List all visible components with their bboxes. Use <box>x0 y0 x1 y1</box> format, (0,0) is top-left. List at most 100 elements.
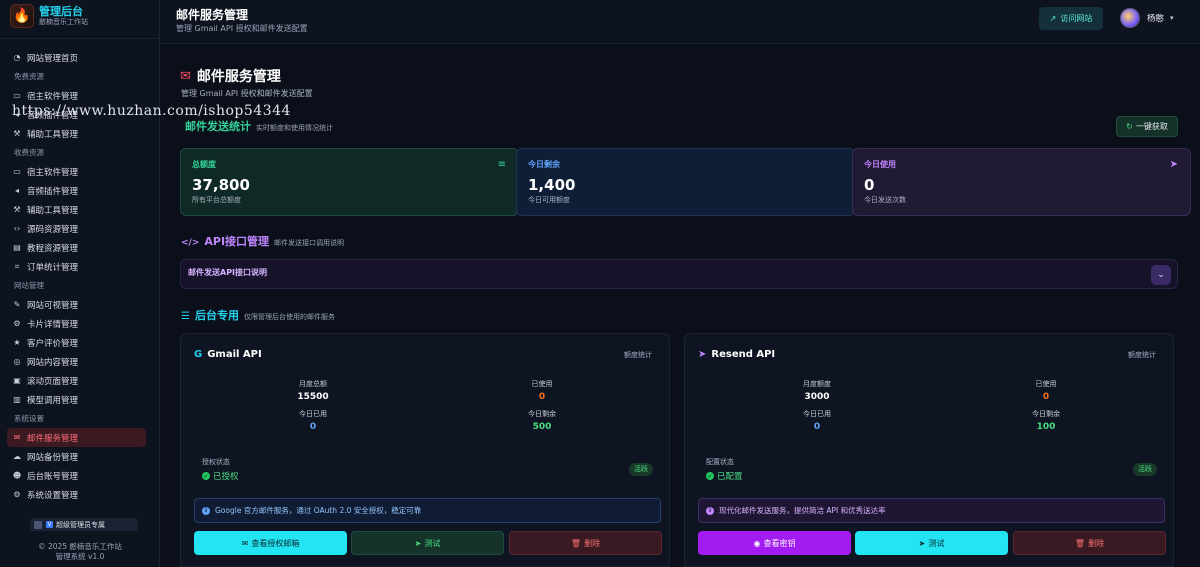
username: 杨憨 <box>1147 14 1165 24</box>
sidebar-section-label: 免费资源 <box>14 72 44 81</box>
sidebar-item[interactable]: ⚙ 卡片详情管理 <box>0 314 160 333</box>
sidebar-item-label: 音频插件管理 <box>27 186 79 197</box>
sidebar-item-label: 模型调用管理 <box>27 395 79 406</box>
wrench-icon: ⚒ <box>13 205 21 214</box>
info-banner: i Google 官方邮件服务，通过 OAuth 2.0 安全授权，稳定可靠 <box>194 498 661 523</box>
stats-section-header: 邮件发送统计 实时额度和使用情况统计 <box>185 118 333 134</box>
topbar-subtitle: 管理 Gmail API 授权和邮件发送配置 <box>176 24 308 33</box>
card-title: G Gmail API <box>194 349 262 360</box>
metric-label: 今日已用 <box>803 410 831 418</box>
star-icon: ★ <box>13 338 21 347</box>
test-button[interactable]: ➤ 测试 <box>855 531 1008 555</box>
sidebar-item[interactable]: ▤ 教程资源管理 <box>0 238 160 257</box>
api-docs-panel[interactable]: 邮件发送API接口说明 ⌄ <box>180 259 1178 289</box>
wrench-icon: ⚒ <box>13 129 21 138</box>
sidebar-item[interactable]: ☁ 网站备份管理 <box>0 447 160 466</box>
sidebar-item[interactable]: ▭ 宿主软件管理 <box>0 162 160 181</box>
image-icon: ▣ <box>13 376 21 385</box>
metric-value: 500 <box>532 422 552 432</box>
view-auth-email-button[interactable]: ✉ 查看授权邮箱 <box>194 531 347 555</box>
sidebar-item-label: 教程资源管理 <box>27 243 79 254</box>
metric-value: 3000 <box>804 392 830 402</box>
quota-stats-link[interactable]: 额度统计 <box>624 350 652 360</box>
brand-subtitle: 憨楠音乐工作站 <box>39 18 88 26</box>
backend-section-subtitle: 仅限管理后台使用的邮件服务 <box>243 313 335 321</box>
dashboard-icon: ◔ <box>13 53 21 62</box>
stat-desc: 今日可用额度 <box>528 196 570 204</box>
view-key-button[interactable]: ◉ 查看密钥 <box>698 531 851 555</box>
stat-value: 0 <box>864 176 875 194</box>
paper-plane-icon: ➤ <box>1169 159 1178 170</box>
page-title: ✉ 邮件服务管理 <box>180 66 281 86</box>
user-menu[interactable]: 杨憨 ▾ <box>1120 8 1174 28</box>
sidebar-item[interactable]: ‹› 源码资源管理 <box>0 219 160 238</box>
status-badge: 活跃 <box>1133 463 1157 476</box>
visit-site-button[interactable]: ↗ 访问网站 <box>1039 7 1103 30</box>
users-icon: ☻ <box>12 471 22 480</box>
stat-label: 今日剩余 <box>528 160 560 169</box>
vip-icon: V <box>46 521 53 528</box>
sidebar-item[interactable]: ◔ 网站管理首页 <box>0 48 160 67</box>
sidebar-item[interactable]: ⚒ 辅助工具管理 <box>0 200 160 219</box>
metric-label: 月度总额 <box>299 380 327 388</box>
metric-value: 100 <box>1036 422 1056 432</box>
paper-plane-icon: ➤ <box>414 538 422 548</box>
metric-label: 已使用 <box>1035 380 1057 388</box>
sidebar-item-label: 源码资源管理 <box>27 224 79 235</box>
status-label: 配置状态 <box>706 458 734 466</box>
sidebar-item-label: 辅助工具管理 <box>27 205 79 216</box>
fetch-all-label: 一键获取 <box>1135 122 1168 131</box>
sidebar-item-label: 宿主软件管理 <box>27 91 79 102</box>
sidebar-section-label: 系统设置 <box>14 414 44 423</box>
backend-section-header: ☰ 后台专用 仅限管理后台使用的邮件服务 <box>181 307 335 323</box>
metric-label: 月度额度 <box>803 380 831 388</box>
stat-label: 总额度 <box>192 160 216 169</box>
metric-value: 0 <box>538 392 546 402</box>
brand[interactable]: 🔥 管理后台 憨楠音乐工作站 <box>10 4 88 28</box>
sidebar-item[interactable]: ✉ 邮件服务管理 <box>7 428 146 447</box>
sidebar-item[interactable]: ✎ 网站可视管理 <box>0 295 160 314</box>
sidebar-item[interactable]: ★ 客户评价管理 <box>0 333 160 352</box>
footer-version: 管理系统 v1.0 <box>55 552 105 561</box>
fetch-all-button[interactable]: ↻ 一键获取 <box>1116 116 1178 137</box>
metric-today-used: 今日已用 0 <box>253 409 373 432</box>
sidebar-item[interactable]: ◎ 网站内容管理 <box>0 352 160 371</box>
button-label: 查看授权邮箱 <box>251 538 300 548</box>
quota-stats-link[interactable]: 额度统计 <box>1128 350 1156 360</box>
sidebar-item-label: 卡片详情管理 <box>27 319 79 330</box>
page-subtitle: 管理 Gmail API 授权和邮件发送配置 <box>181 89 313 98</box>
sidebar-item[interactable]: ▥ 模型调用管理 <box>0 390 160 409</box>
metric-used: 已使用 0 <box>986 379 1106 402</box>
test-button[interactable]: ➤ 测试 <box>351 531 504 555</box>
status-badge: 活跃 <box>629 463 653 476</box>
visit-site-label: 访问网站 <box>1060 14 1093 23</box>
info-banner: i 现代化邮件发送服务，提供简洁 API 和优秀送达率 <box>698 498 1165 523</box>
globe-icon: ◎ <box>13 357 21 366</box>
delete-button[interactable]: 🗑 删除 <box>1013 531 1166 555</box>
sidebar-item[interactable]: ⚒ 辅助工具管理 <box>0 124 160 143</box>
sidebar-item[interactable]: ⚙ 系统设置管理 <box>0 485 160 504</box>
watermark-text: https://www.huzhan.com/ishop54344 <box>12 103 291 119</box>
stat-today-remaining: 今日剩余 1,400 今日可用额度 <box>516 148 855 216</box>
cart-icon: ⌗ <box>14 261 20 271</box>
sidebar-item-label: 订单统计管理 <box>27 262 79 273</box>
stats-section-subtitle: 实时额度和使用情况统计 <box>256 124 333 132</box>
card-title-text: Resend API <box>711 349 776 360</box>
delete-button[interactable]: 🗑 删除 <box>509 531 662 555</box>
status-value: ✓ 已配置 <box>706 470 743 482</box>
sidebar-item[interactable]: ☻ 后台账号管理 <box>0 466 160 485</box>
button-label: 查看密钥 <box>763 538 796 548</box>
chevron-down-icon[interactable]: ⌄ <box>1151 265 1171 285</box>
metric-today-left: 今日剩余 500 <box>482 409 602 432</box>
sidebar-section-label: 网站管理 <box>14 281 44 290</box>
sidebar-item[interactable]: ▣ 滚动页面管理 <box>0 371 160 390</box>
topbar: 邮件服务管理 管理 Gmail API 授权和邮件发送配置 ↗ 访问网站 杨憨 … <box>160 0 1200 44</box>
sidebar-item[interactable]: ◂ 音频插件管理 <box>0 181 160 200</box>
page-title-text: 邮件服务管理 <box>196 69 281 85</box>
card-title-text: Gmail API <box>207 349 262 360</box>
backend-section-title: 后台专用 <box>194 309 239 322</box>
sidebar-item[interactable]: ⌗ 订单统计管理 <box>0 257 160 276</box>
sidebar-section-label: 收费资源 <box>14 148 44 157</box>
sidebar-item-label: 系统设置管理 <box>27 490 79 501</box>
footer-copyright: © 2025 憨楠音乐工作站 <box>38 542 122 551</box>
